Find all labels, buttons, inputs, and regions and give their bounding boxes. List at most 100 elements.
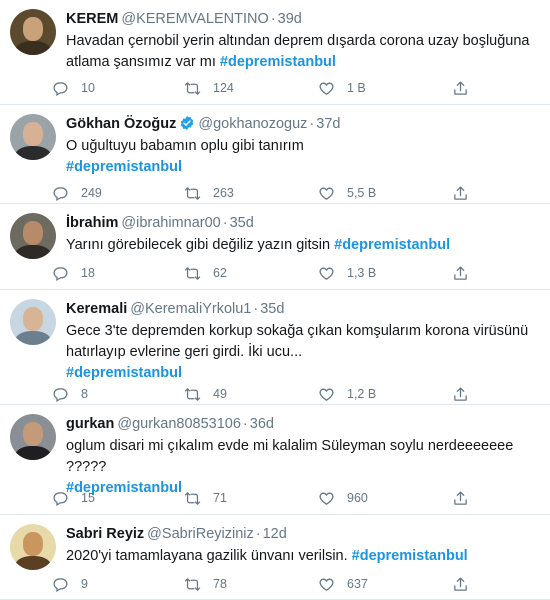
display-name[interactable]: Keremali [66, 301, 127, 317]
timestamp[interactable]: 37d [316, 116, 340, 132]
avatar-body [14, 331, 52, 345]
display-name[interactable]: Gökhan Özoğuz [66, 116, 176, 132]
share-button[interactable] [452, 183, 481, 203]
tweet-text: Yarını görebilecek gibi değiliz yazın gi… [66, 235, 450, 256]
reply-button[interactable]: 15 [52, 488, 95, 508]
tweet-text-line: atlama şansımız var mı #depremistanbul [66, 52, 530, 73]
tweet-text: Gece 3'te depremden korkup sokağa çıkan … [66, 321, 528, 384]
tweet[interactable]: Sabri Reyiz @SabriReyiziniz · 12d 2020'yi ta… [0, 515, 550, 600]
avatar-body [14, 146, 52, 160]
like-icon [318, 386, 347, 403]
like-icon [318, 265, 347, 282]
reply-button[interactable]: 9 [52, 574, 88, 594]
avatar-body [14, 556, 52, 570]
avatar[interactable] [10, 414, 56, 460]
reply-count: 249 [81, 186, 102, 200]
timestamp[interactable]: 39d [278, 11, 302, 27]
share-button[interactable] [452, 488, 481, 508]
hashtag-link[interactable]: #depremistanbul [220, 54, 336, 70]
retweet-button[interactable]: 71 [184, 488, 227, 508]
separator-dot: · [222, 215, 228, 231]
retweet-button[interactable]: 78 [184, 574, 227, 594]
avatar-body [14, 446, 52, 460]
tweet-feed: KEREM @KEREMVALENTINO · 39d Havadan çernobil… [0, 0, 550, 600]
avatar[interactable] [10, 299, 56, 345]
user-handle[interactable]: @KeremaliYrkolu1 [130, 301, 251, 317]
retweet-button[interactable]: 49 [184, 384, 227, 404]
avatar[interactable] [10, 524, 56, 570]
timestamp[interactable]: 35d [230, 215, 254, 231]
hashtag-link[interactable]: #depremistanbul [334, 237, 450, 253]
like-count: 960 [347, 491, 368, 505]
display-name[interactable]: KEREM [66, 11, 118, 27]
tweet-text: 2020'yi tamamlayana gazilik ünvanı veril… [66, 546, 468, 567]
separator-dot: · [309, 116, 315, 132]
tweet-text-span: ????? [66, 459, 107, 475]
avatar[interactable] [10, 114, 56, 160]
display-name[interactable]: Sabri Reyiz [66, 526, 144, 542]
reply-button[interactable]: 18 [52, 263, 95, 283]
reply-count: 9 [81, 577, 88, 591]
avatar-face [23, 221, 43, 245]
separator-dot: · [242, 416, 248, 432]
hashtag-link[interactable]: #depremistanbul [66, 159, 182, 175]
reply-button[interactable]: 249 [52, 183, 102, 203]
like-count: 1 B [347, 81, 366, 95]
like-button[interactable]: 1,3 B [318, 263, 376, 283]
tweet-text-line: #depremistanbul [66, 157, 304, 178]
tweet-actions: 249 263 5,5 B [52, 183, 512, 203]
like-button[interactable]: 1 B [318, 78, 366, 98]
like-button[interactable]: 960 [318, 488, 368, 508]
retweet-button[interactable]: 124 [184, 78, 234, 98]
tweet[interactable]: KEREM @KEREMVALENTINO · 39d Havadan çernobil… [0, 0, 550, 105]
tweet-text-line: 2020'yi tamamlayana gazilik ünvanı veril… [66, 546, 468, 567]
user-handle[interactable]: @SabriReyiziniz [147, 526, 254, 542]
like-button[interactable]: 637 [318, 574, 368, 594]
retweet-count: 62 [213, 266, 227, 280]
retweet-icon [184, 490, 213, 507]
avatar[interactable] [10, 213, 56, 259]
tweet[interactable]: İbrahim @ibrahimnar00 · 35d Yarını görebilec… [0, 204, 550, 290]
tweet-text-line: Yarını görebilecek gibi değiliz yazın gi… [66, 235, 450, 256]
share-button[interactable] [452, 574, 481, 594]
reply-count: 15 [81, 491, 95, 505]
like-icon [318, 576, 347, 593]
reply-button[interactable]: 10 [52, 78, 95, 98]
avatar-body [14, 245, 52, 259]
tweet-text-line: O uğultuyu babamın oplu gibi tanırım [66, 136, 304, 157]
hashtag-link[interactable]: #depremistanbul [66, 365, 182, 381]
hashtag-link[interactable]: #depremistanbul [352, 548, 468, 564]
avatar-face [23, 532, 43, 556]
retweet-icon [184, 185, 213, 202]
tweet-header: Sabri Reyiz @SabriReyiziniz · 12d [66, 524, 287, 544]
like-button[interactable]: 5,5 B [318, 183, 376, 203]
share-button[interactable] [452, 384, 481, 404]
timestamp[interactable]: 36d [250, 416, 274, 432]
retweet-icon [184, 80, 213, 97]
timestamp[interactable]: 35d [260, 301, 284, 317]
avatar[interactable] [10, 9, 56, 55]
retweet-button[interactable]: 263 [184, 183, 234, 203]
user-handle[interactable]: @ibrahimnar00 [121, 215, 220, 231]
tweet-actions: 15 71 960 [52, 488, 512, 508]
retweet-count: 124 [213, 81, 234, 95]
tweet-text-span: hatırlayıp evlerine geri girdi. İki ucu.… [66, 344, 303, 360]
tweet-header: İbrahim @ibrahimnar00 · 35d [66, 213, 254, 233]
share-button[interactable] [452, 78, 481, 98]
reply-button[interactable]: 8 [52, 384, 88, 404]
timestamp[interactable]: 12d [263, 526, 287, 542]
tweet[interactable]: Keremali @KeremaliYrkolu1 · 35d Gece 3'te de… [0, 290, 550, 405]
like-button[interactable]: 1,2 B [318, 384, 376, 404]
display-name[interactable]: gurkan [66, 416, 114, 432]
tweet[interactable]: Gökhan Özoğuz @gokhanozoguz · 37d O uğultuyu… [0, 105, 550, 204]
user-handle[interactable]: @KEREMVALENTINO [121, 11, 268, 27]
tweet[interactable]: gurkan @gurkan80853106 · 36d oglum disari mi… [0, 405, 550, 515]
retweet-button[interactable]: 62 [184, 263, 227, 283]
display-name[interactable]: İbrahim [66, 215, 118, 231]
tweet-actions: 9 78 637 [52, 574, 512, 594]
user-handle[interactable]: @gokhanozoguz [198, 116, 307, 132]
tweet-text-span: Gece 3'te depremden korkup sokağa çıkan … [66, 323, 529, 339]
share-button[interactable] [452, 263, 481, 283]
user-handle[interactable]: @gurkan80853106 [117, 416, 241, 432]
avatar-body [14, 41, 52, 55]
